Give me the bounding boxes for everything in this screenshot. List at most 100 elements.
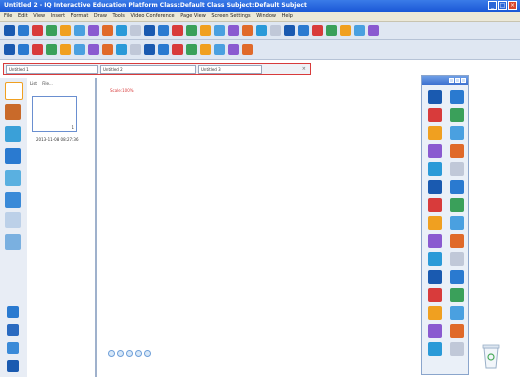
- arrow-icon[interactable]: [450, 252, 464, 266]
- play-icon[interactable]: [270, 25, 281, 36]
- curtain-icon[interactable]: [312, 25, 323, 36]
- screen-icon[interactable]: [200, 25, 211, 36]
- camera-icon[interactable]: [242, 25, 253, 36]
- menu-window[interactable]: Window: [256, 13, 276, 19]
- protractor-icon[interactable]: [172, 25, 183, 36]
- maximize-button[interactable]: □: [498, 1, 507, 10]
- spotlight-icon[interactable]: [298, 25, 309, 36]
- highlighter-icon[interactable]: [450, 126, 464, 140]
- redo-icon[interactable]: [74, 25, 85, 36]
- shape-icon[interactable]: [450, 162, 464, 176]
- minimize-icon[interactable]: [428, 342, 442, 356]
- link-icon[interactable]: [172, 44, 183, 55]
- eraser-icon[interactable]: [450, 144, 464, 158]
- palette-expand-icon[interactable]: [455, 78, 460, 83]
- menu-edit[interactable]: Edit: [18, 13, 28, 19]
- calculator-icon[interactable]: [340, 25, 351, 36]
- media-icon[interactable]: [5, 148, 21, 164]
- page-icon[interactable]: [5, 82, 23, 100]
- close-icon[interactable]: [450, 342, 464, 356]
- lock-icon[interactable]: [242, 44, 253, 55]
- paste-icon[interactable]: [116, 25, 127, 36]
- attachment-icon[interactable]: [5, 170, 21, 186]
- close-tab-icon[interactable]: ×: [302, 66, 306, 72]
- pointer-icon[interactable]: [428, 252, 442, 266]
- magnifier-icon[interactable]: [326, 25, 337, 36]
- zoom-icon[interactable]: [144, 25, 155, 36]
- keyboard-icon[interactable]: [354, 25, 365, 36]
- fill-icon[interactable]: [102, 44, 113, 55]
- brush-icon[interactable]: [450, 108, 464, 122]
- color-icon[interactable]: [450, 198, 464, 212]
- thumb-tab-list[interactable]: List: [30, 81, 37, 86]
- users-icon[interactable]: [7, 324, 19, 336]
- save-icon[interactable]: [32, 25, 43, 36]
- angle-icon[interactable]: [450, 234, 464, 248]
- first-page-icon[interactable]: [108, 350, 115, 357]
- open-icon[interactable]: [18, 25, 29, 36]
- recycle-bin-icon[interactable]: [481, 340, 501, 370]
- film-icon[interactable]: [256, 25, 267, 36]
- menu-video-conference[interactable]: Video Conference: [130, 13, 174, 19]
- close-button[interactable]: ×: [508, 1, 517, 10]
- question-icon[interactable]: [5, 212, 21, 228]
- shape-icon[interactable]: [88, 44, 99, 55]
- print-icon[interactable]: [46, 25, 57, 36]
- brush-icon[interactable]: [32, 44, 43, 55]
- chart-icon[interactable]: [5, 192, 21, 208]
- settings-icon[interactable]: [450, 324, 464, 338]
- menu-screen-settings[interactable]: Screen Settings: [211, 13, 250, 19]
- group-icon[interactable]: [186, 44, 197, 55]
- cut-icon[interactable]: [88, 25, 99, 36]
- thumb-tab-file[interactable]: File...: [42, 81, 53, 86]
- library-icon[interactable]: [5, 104, 21, 120]
- tab-untitled-2[interactable]: Untitled 2: [100, 64, 196, 74]
- minimize-button[interactable]: _: [488, 1, 497, 10]
- align-icon[interactable]: [200, 44, 211, 55]
- menu-file[interactable]: File: [4, 13, 12, 19]
- marker-icon[interactable]: [428, 144, 442, 158]
- settings-icon[interactable]: [7, 360, 19, 372]
- zoom-icon[interactable]: [428, 270, 442, 284]
- print-icon[interactable]: [7, 342, 19, 354]
- menu-page-view[interactable]: Page View: [180, 13, 206, 19]
- tab-untitled-1[interactable]: Untitled 1: [6, 64, 98, 74]
- page-thumbnail[interactable]: 1: [32, 96, 77, 132]
- lock-icon[interactable]: [428, 324, 442, 338]
- compass-icon[interactable]: [186, 25, 197, 36]
- pen-icon[interactable]: [18, 44, 29, 55]
- add-page-icon[interactable]: [126, 350, 133, 357]
- capture-icon[interactable]: [428, 306, 442, 320]
- image-icon[interactable]: [144, 44, 155, 55]
- palette-minimize-icon[interactable]: [449, 78, 454, 83]
- tab-untitled-3[interactable]: Untitled 3: [198, 64, 262, 74]
- sound-icon[interactable]: [158, 44, 169, 55]
- menu-insert[interactable]: Insert: [51, 13, 65, 19]
- ruler-icon[interactable]: [428, 234, 442, 248]
- screen-icon[interactable]: [428, 288, 442, 302]
- text-icon[interactable]: [116, 44, 127, 55]
- hide-icon[interactable]: [450, 288, 464, 302]
- menu-view[interactable]: View: [33, 13, 45, 19]
- select-icon[interactable]: [4, 44, 15, 55]
- menu-help[interactable]: Help: [282, 13, 293, 19]
- undo-icon[interactable]: [60, 25, 71, 36]
- prev-page-icon[interactable]: [117, 350, 124, 357]
- next-page-icon[interactable]: [135, 350, 142, 357]
- roam-icon[interactable]: [450, 90, 464, 104]
- record-icon[interactable]: [228, 25, 239, 36]
- line-icon[interactable]: [428, 162, 442, 176]
- palette-header[interactable]: [422, 76, 468, 85]
- capture-icon[interactable]: [214, 25, 225, 36]
- line-icon[interactable]: [74, 44, 85, 55]
- pen-icon[interactable]: [428, 108, 442, 122]
- fill-icon[interactable]: [428, 180, 442, 194]
- ruler-icon[interactable]: [158, 25, 169, 36]
- menu-draw[interactable]: Draw: [94, 13, 107, 19]
- pencil-icon[interactable]: [428, 126, 442, 140]
- triangle-icon[interactable]: [450, 180, 464, 194]
- record-icon[interactable]: [450, 306, 464, 320]
- select-icon[interactable]: [428, 90, 442, 104]
- highlighter-icon[interactable]: [46, 44, 57, 55]
- spotlight-icon[interactable]: [450, 270, 464, 284]
